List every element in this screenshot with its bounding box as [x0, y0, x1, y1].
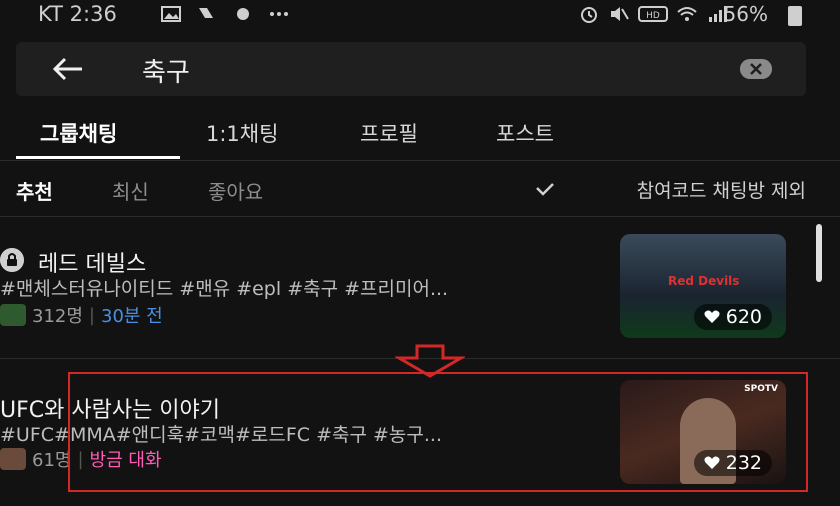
active-tab-indicator: [16, 156, 180, 159]
exclude-code-rooms-toggle[interactable]: 참여코드 채팅방 제외: [637, 176, 806, 203]
chat-thumbnail: Red Devils 620: [620, 234, 786, 338]
gallery-icon: [161, 6, 181, 22]
annotation-highlight-box: [68, 372, 808, 492]
app-notification-icon: [237, 8, 249, 20]
likes-badge: 620: [693, 304, 772, 330]
data-saver-icon: [199, 8, 213, 18]
tab-group-chat[interactable]: 그룹채팅: [40, 118, 117, 148]
meta-separator: |: [88, 304, 95, 326]
avatar: [0, 304, 26, 326]
lock-icon: [0, 248, 24, 272]
last-activity: 30분 전: [101, 306, 163, 327]
member-count: 61명: [32, 450, 72, 471]
scrollbar[interactable]: [816, 224, 822, 282]
list-item[interactable]: 레드 데빌스 #맨체스터유나이티드 #맨유 #epl #축구 #프리미어... …: [0, 228, 840, 356]
notification-icons: [160, 4, 290, 24]
chat-meta: 312명 | 30분 전: [0, 302, 163, 328]
search-input[interactable]: 축구: [142, 52, 190, 89]
checkmark-icon[interactable]: [535, 182, 555, 196]
sort-filters: 추천 최신 좋아요 참여코드 채팅방 제외: [0, 168, 840, 217]
tab-one-to-one-chat[interactable]: 1:1채팅: [206, 118, 278, 148]
tab-post[interactable]: 포스트: [496, 118, 554, 148]
wifi-icon: [677, 7, 697, 21]
battery-percent: 56%: [723, 2, 768, 26]
mute-icon: [611, 7, 629, 21]
filter-recommended[interactable]: 추천: [16, 176, 53, 205]
chat-tags: #맨체스터유나이티드 #맨유 #epl #축구 #프리미어...: [0, 278, 449, 300]
svg-text:HD: HD: [646, 11, 660, 21]
search-bar: 축구: [16, 42, 806, 96]
avatar: [0, 448, 26, 470]
more-icon: [270, 12, 288, 16]
result-tabs: 그룹채팅 1:1채팅 프로필 포스트: [0, 112, 840, 161]
hd-icon: HD: [638, 6, 668, 22]
carrier-time: KT 2:36: [38, 2, 117, 26]
alarm-icon: [581, 7, 597, 23]
tab-profile[interactable]: 프로필: [360, 118, 418, 148]
clear-search-icon[interactable]: [740, 59, 772, 79]
status-bar: KT 2:36 HD 56%: [0, 0, 840, 28]
back-arrow-icon[interactable]: [52, 56, 84, 82]
battery-icon: [788, 6, 802, 26]
member-count: 312명: [32, 306, 83, 327]
filter-likes[interactable]: 좋아요: [208, 176, 263, 205]
likes-count: 620: [725, 306, 762, 328]
system-icons: HD: [578, 4, 728, 24]
thumbnail-caption: Red Devils: [668, 274, 740, 288]
heart-icon: [704, 310, 720, 323]
filter-latest[interactable]: 최신: [112, 176, 149, 205]
